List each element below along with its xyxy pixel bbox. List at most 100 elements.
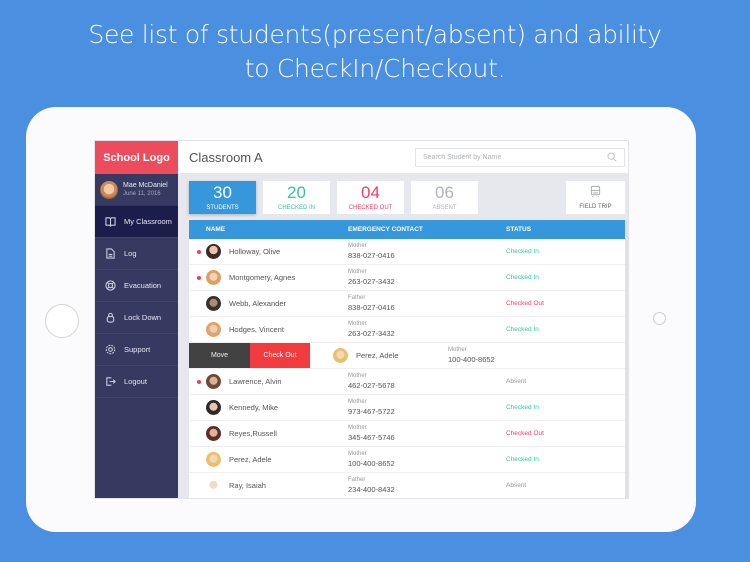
- table-row[interactable]: Hodges, Vincent Mother 263-027-3432 Checked…: [189, 317, 625, 343]
- student-avatar: [206, 478, 221, 493]
- contact-relation: Father: [348, 295, 366, 301]
- status-badge: Checked In: [506, 248, 539, 255]
- check-out-button[interactable]: Check Out: [250, 343, 310, 368]
- contact-cell: Father 838-027-0416: [348, 294, 506, 313]
- contact-phone: 100-400-8652: [348, 459, 395, 468]
- field-trip-button[interactable]: FIELD TRIP: [566, 181, 625, 214]
- document-icon: [104, 248, 116, 260]
- sidebar-item-log[interactable]: Log: [95, 238, 178, 270]
- swipe-actions: Move Check Out: [189, 343, 310, 368]
- user-date: June 11, 2016: [123, 191, 161, 197]
- contact-relation: Mother: [348, 321, 367, 327]
- search-icon[interactable]: [607, 152, 617, 162]
- table-row[interactable]: Holloway, Olive Mother 838-027-0416 Checked…: [189, 239, 625, 265]
- alert-dot: [197, 379, 201, 384]
- table-row[interactable]: Lawrence, Alvin Mother 462-027-5678 Absent: [189, 369, 625, 395]
- contact-cell: Mother 100-400-8652: [448, 346, 565, 365]
- contact-phone: 838-027-0416: [348, 251, 395, 260]
- table-row[interactable]: Webb, Alexander Father 838-027-0416 Checked…: [189, 291, 625, 317]
- table-row[interactable]: Reyes,Russell Mother 345-467-5746 Checked O…: [189, 421, 625, 447]
- stat-checked-in[interactable]: 20 CHECKED IN: [263, 181, 330, 214]
- headline-line-1: See list of students(present/absent) and…: [88, 20, 662, 49]
- student-avatar: [206, 374, 221, 389]
- stat-label: CHECKED IN: [277, 205, 315, 211]
- contact-relation: Mother: [348, 399, 367, 405]
- table-body: Holloway, Olive Mother 838-027-0416 Checked…: [189, 239, 625, 498]
- student-name: Perez, Adele: [229, 455, 272, 464]
- stat-value: 30: [213, 183, 232, 202]
- contact-cell: Mother 100-400-8652: [348, 450, 506, 469]
- search-box[interactable]: [415, 147, 625, 167]
- stat-value: 20: [287, 183, 306, 202]
- student-avatar: [206, 322, 221, 337]
- student-cell: Hodges, Vincent: [189, 322, 348, 337]
- column-header-status[interactable]: STATUS: [506, 226, 625, 233]
- student-name: Reyes,Russell: [229, 429, 277, 438]
- student-cell: Lawrence, Alvin: [189, 374, 348, 389]
- column-header-contact[interactable]: EMERGENCY CONTACT: [348, 226, 506, 233]
- table-row[interactable]: Montgomery, Agnes Mother 263-027-3432 Check…: [189, 265, 625, 291]
- alert-dot: [197, 249, 201, 254]
- school-logo: School Logo: [95, 141, 178, 174]
- sidebar-item-support[interactable]: Support: [95, 334, 178, 366]
- contact-phone: 838-027-0416: [348, 303, 395, 312]
- stat-label: ABSENT: [432, 205, 457, 211]
- student-cell: Ray, Isaiah: [189, 478, 348, 493]
- status-badge: Checked Out: [506, 300, 544, 307]
- contact-relation: Mother: [348, 243, 367, 249]
- search-input[interactable]: [423, 153, 593, 161]
- stat-label: CHECKED OUT: [348, 205, 393, 211]
- bus-icon: [590, 185, 601, 198]
- sidebar-item-label: My Classroom: [124, 217, 172, 226]
- table-row[interactable]: Kennedy, Mike Mother 973-467-5722 Checked I…: [189, 395, 625, 421]
- contact-phone: 462-027-5678: [348, 381, 395, 390]
- student-cell: Reyes,Russell: [189, 426, 348, 441]
- student-name: Webb, Alexander: [229, 299, 286, 308]
- student-avatar: [333, 348, 348, 363]
- stat-label: STUDENTS: [206, 205, 239, 211]
- field-trip-label: FIELD TRIP: [579, 204, 612, 210]
- user-profile[interactable]: Mae McDaniel June 11, 2016: [95, 174, 178, 206]
- student-cell: Perez, Adele: [189, 452, 348, 467]
- camera-icon: [653, 312, 666, 325]
- stat-value: 04: [361, 183, 380, 202]
- scrollbar[interactable]: [625, 220, 628, 498]
- app-screen: School Logo Mae McDaniel June 11, 2016 M…: [94, 140, 629, 499]
- status-badge: Checked In: [506, 326, 539, 333]
- student-name: Hodges, Vincent: [229, 325, 284, 334]
- move-button[interactable]: Move: [189, 343, 250, 368]
- sidebar-item-logout[interactable]: Logout: [95, 366, 178, 398]
- student-name: Montgomery, Agnes: [229, 273, 296, 282]
- table-row[interactable]: Ray, Isaiah Father 234-400-8432 Absent: [189, 473, 625, 498]
- top-bar: Classroom A: [178, 141, 628, 174]
- status-badge: Absent: [506, 378, 527, 385]
- stats-bar: 30 STUDENTS 20 CHECKED IN 04 CHECKED OUT…: [189, 181, 478, 214]
- students-table: NAME EMERGENCY CONTACT STATUS Holloway, …: [189, 220, 625, 498]
- column-header-name[interactable]: NAME: [189, 226, 348, 233]
- sidebar-item-label: Logout: [124, 377, 147, 386]
- student-name: Holloway, Olive: [229, 247, 281, 256]
- stat-checked-out[interactable]: 04 CHECKED OUT: [337, 181, 404, 214]
- main-content: Classroom A 30 STUDENTS 20 CHECKED IN 04…: [178, 141, 628, 498]
- lifebuoy-icon: [104, 280, 116, 292]
- sidebar-item-label: Evacuation: [124, 281, 162, 290]
- stat-absent[interactable]: 06 ABSENT: [411, 181, 478, 214]
- lock-icon: [104, 312, 116, 324]
- contact-cell: Mother 263-027-3432: [348, 320, 506, 339]
- sidebar-item-my-classroom[interactable]: My Classroom: [95, 206, 178, 238]
- gear-icon: [104, 344, 116, 356]
- home-button[interactable]: [45, 304, 79, 338]
- page-title: Classroom A: [189, 149, 263, 165]
- status-badge: Checked In: [506, 456, 539, 463]
- contact-cell: Mother 973-467-5722: [348, 398, 506, 417]
- table-row[interactable]: Perez, Adele Mother 100-400-8652 Checked In: [189, 447, 625, 473]
- table-row[interactable]: Move Check Out Perez, Adele Mother 100-400-8…: [189, 343, 625, 369]
- status-badge: Checked In: [506, 274, 539, 281]
- stat-total-students[interactable]: 30 STUDENTS: [189, 181, 256, 214]
- student-name: Lawrence, Alvin: [229, 377, 282, 386]
- status-badge: Checked Out: [506, 430, 544, 437]
- contact-relation: Mother: [348, 451, 367, 457]
- table-header: NAME EMERGENCY CONTACT STATUS: [189, 220, 625, 239]
- sidebar-item-evacuation[interactable]: Evacuation: [95, 270, 178, 302]
- sidebar-item-lock-down[interactable]: Lock Down: [95, 302, 178, 334]
